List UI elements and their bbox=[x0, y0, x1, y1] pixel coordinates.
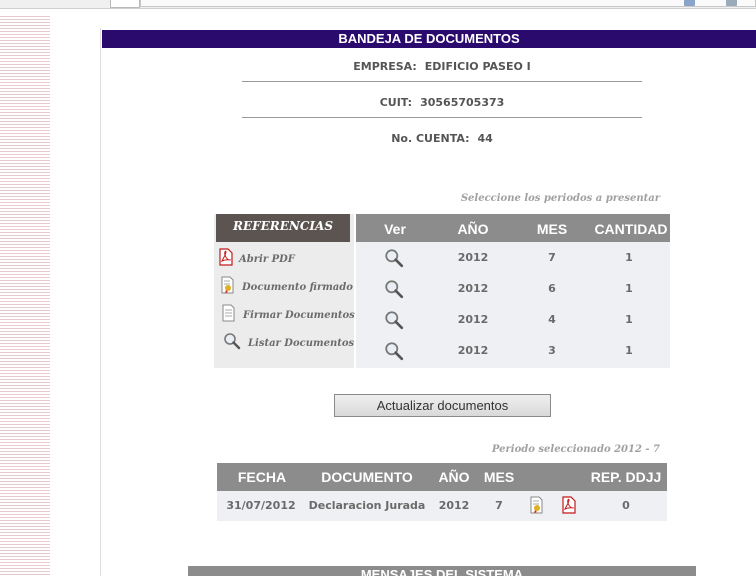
empresa-value: EDIFICIO PASEO I bbox=[424, 60, 531, 73]
period-cantidad: 1 bbox=[625, 313, 633, 326]
browser-tab[interactable] bbox=[110, 0, 140, 8]
divider bbox=[242, 117, 642, 118]
cuenta-value: 44 bbox=[477, 132, 493, 145]
period-anio: 2012 bbox=[457, 251, 489, 264]
cuenta-info: No. CUENTA: 44 bbox=[242, 132, 642, 145]
view-magnifier-icon[interactable] bbox=[384, 341, 404, 361]
empresa-info: EMPRESA: EDIFICIO PASEO I bbox=[242, 60, 642, 73]
period-anio: 2012 bbox=[457, 282, 489, 295]
magnifier-icon bbox=[223, 332, 241, 350]
period-cantidad: 1 bbox=[625, 251, 633, 264]
left-sidebar-stripe bbox=[0, 14, 50, 576]
document-fecha: 31/07/2012 bbox=[226, 499, 296, 512]
period-row[interactable]: 2012 6 1 bbox=[356, 275, 670, 306]
column-header-documento: DOCUMENTO bbox=[321, 469, 413, 485]
column-header-mes: MES bbox=[483, 469, 515, 485]
column-header-anio: AÑO bbox=[438, 469, 470, 485]
document-rep-ddjj: 0 bbox=[622, 499, 630, 512]
empresa-label: EMPRESA: bbox=[353, 60, 417, 73]
period-anio: 2012 bbox=[457, 313, 489, 326]
period-mes: 7 bbox=[548, 251, 556, 264]
document-nombre: Declaracion Jurada bbox=[308, 499, 426, 512]
pdf-icon[interactable] bbox=[561, 496, 577, 514]
signed-document-icon bbox=[220, 276, 236, 294]
period-anio: 2012 bbox=[457, 344, 489, 357]
column-header-mes: MES bbox=[536, 221, 568, 237]
period-row[interactable]: 2012 4 1 bbox=[356, 306, 670, 337]
column-header-fecha: FECHA bbox=[237, 469, 287, 485]
cuit-value: 30565705373 bbox=[420, 96, 505, 109]
column-header-rep-ddjj: REP. DDJJ bbox=[590, 469, 662, 485]
cuenta-label: No. CUENTA: bbox=[391, 132, 470, 145]
tools-icon[interactable] bbox=[726, 0, 737, 6]
periods-table: Ver AÑO MES CANTIDAD 2012 7 1 2012 6 1 2… bbox=[356, 214, 670, 368]
period-row[interactable]: 2012 3 1 bbox=[356, 337, 670, 368]
view-magnifier-icon[interactable] bbox=[384, 310, 404, 330]
period-cantidad: 1 bbox=[625, 282, 633, 295]
favorite-icon[interactable] bbox=[684, 0, 695, 6]
cuit-info: CUIT: 30565705373 bbox=[242, 96, 642, 109]
reference-label: Abrir PDF bbox=[239, 254, 295, 265]
documents-table: FECHA DOCUMENTO AÑO MES REP. DDJJ 31/07/… bbox=[217, 463, 667, 521]
period-mes: 3 bbox=[548, 344, 556, 357]
document-anio: 2012 bbox=[438, 499, 470, 512]
periods-table-header: Ver AÑO MES CANTIDAD bbox=[356, 214, 670, 242]
divider bbox=[242, 81, 642, 82]
page-root: BANDEJA DE DOCUMENTOS EMPRESA: EDIFICIO P… bbox=[0, 0, 756, 576]
documents-table-header: FECHA DOCUMENTO AÑO MES REP. DDJJ bbox=[217, 463, 667, 491]
view-magnifier-icon[interactable] bbox=[384, 248, 404, 268]
reference-item-firmar-documentos: Firmar Documentos bbox=[218, 304, 355, 326]
cuit-label: CUIT: bbox=[379, 96, 413, 109]
period-mes: 6 bbox=[548, 282, 556, 295]
reference-item-listar-documentos: Listar Documentos bbox=[218, 332, 355, 354]
column-header-ver: Ver bbox=[384, 221, 406, 237]
reference-item-abrir-pdf: Abrir PDF bbox=[218, 248, 352, 270]
period-row[interactable]: 2012 7 1 bbox=[356, 244, 670, 275]
pdf-icon bbox=[218, 248, 234, 266]
period-cantidad: 1 bbox=[625, 344, 633, 357]
reference-label: Listar Documentos bbox=[248, 338, 355, 349]
page-title: BANDEJA DE DOCUMENTOS bbox=[102, 30, 756, 48]
document-mes: 7 bbox=[495, 499, 503, 512]
periods-instruction: Seleccione los periodos a presentar bbox=[460, 193, 660, 204]
column-header-anio: AÑO bbox=[457, 221, 489, 237]
address-bar[interactable] bbox=[140, 0, 756, 7]
reference-label: Firmar Documentos bbox=[243, 310, 355, 321]
update-documents-button[interactable]: Actualizar documentos bbox=[334, 394, 551, 417]
reference-label: Documento firmado bbox=[242, 282, 353, 293]
document-icon bbox=[221, 304, 237, 322]
selected-period-note: Periodo seleccionado 2012 - 7 bbox=[491, 444, 660, 455]
references-title: REFERENCIAS bbox=[216, 214, 350, 242]
signed-document-icon[interactable] bbox=[529, 496, 545, 514]
column-header-cantidad: CANTIDAD bbox=[594, 221, 668, 237]
browser-toolbar bbox=[0, 0, 756, 9]
view-magnifier-icon[interactable] bbox=[384, 279, 404, 299]
period-mes: 4 bbox=[548, 313, 556, 326]
system-messages-header: MENSAJES DEL SISTEMA bbox=[188, 566, 696, 576]
reference-item-documento-firmado: Documento firmado bbox=[218, 276, 353, 298]
